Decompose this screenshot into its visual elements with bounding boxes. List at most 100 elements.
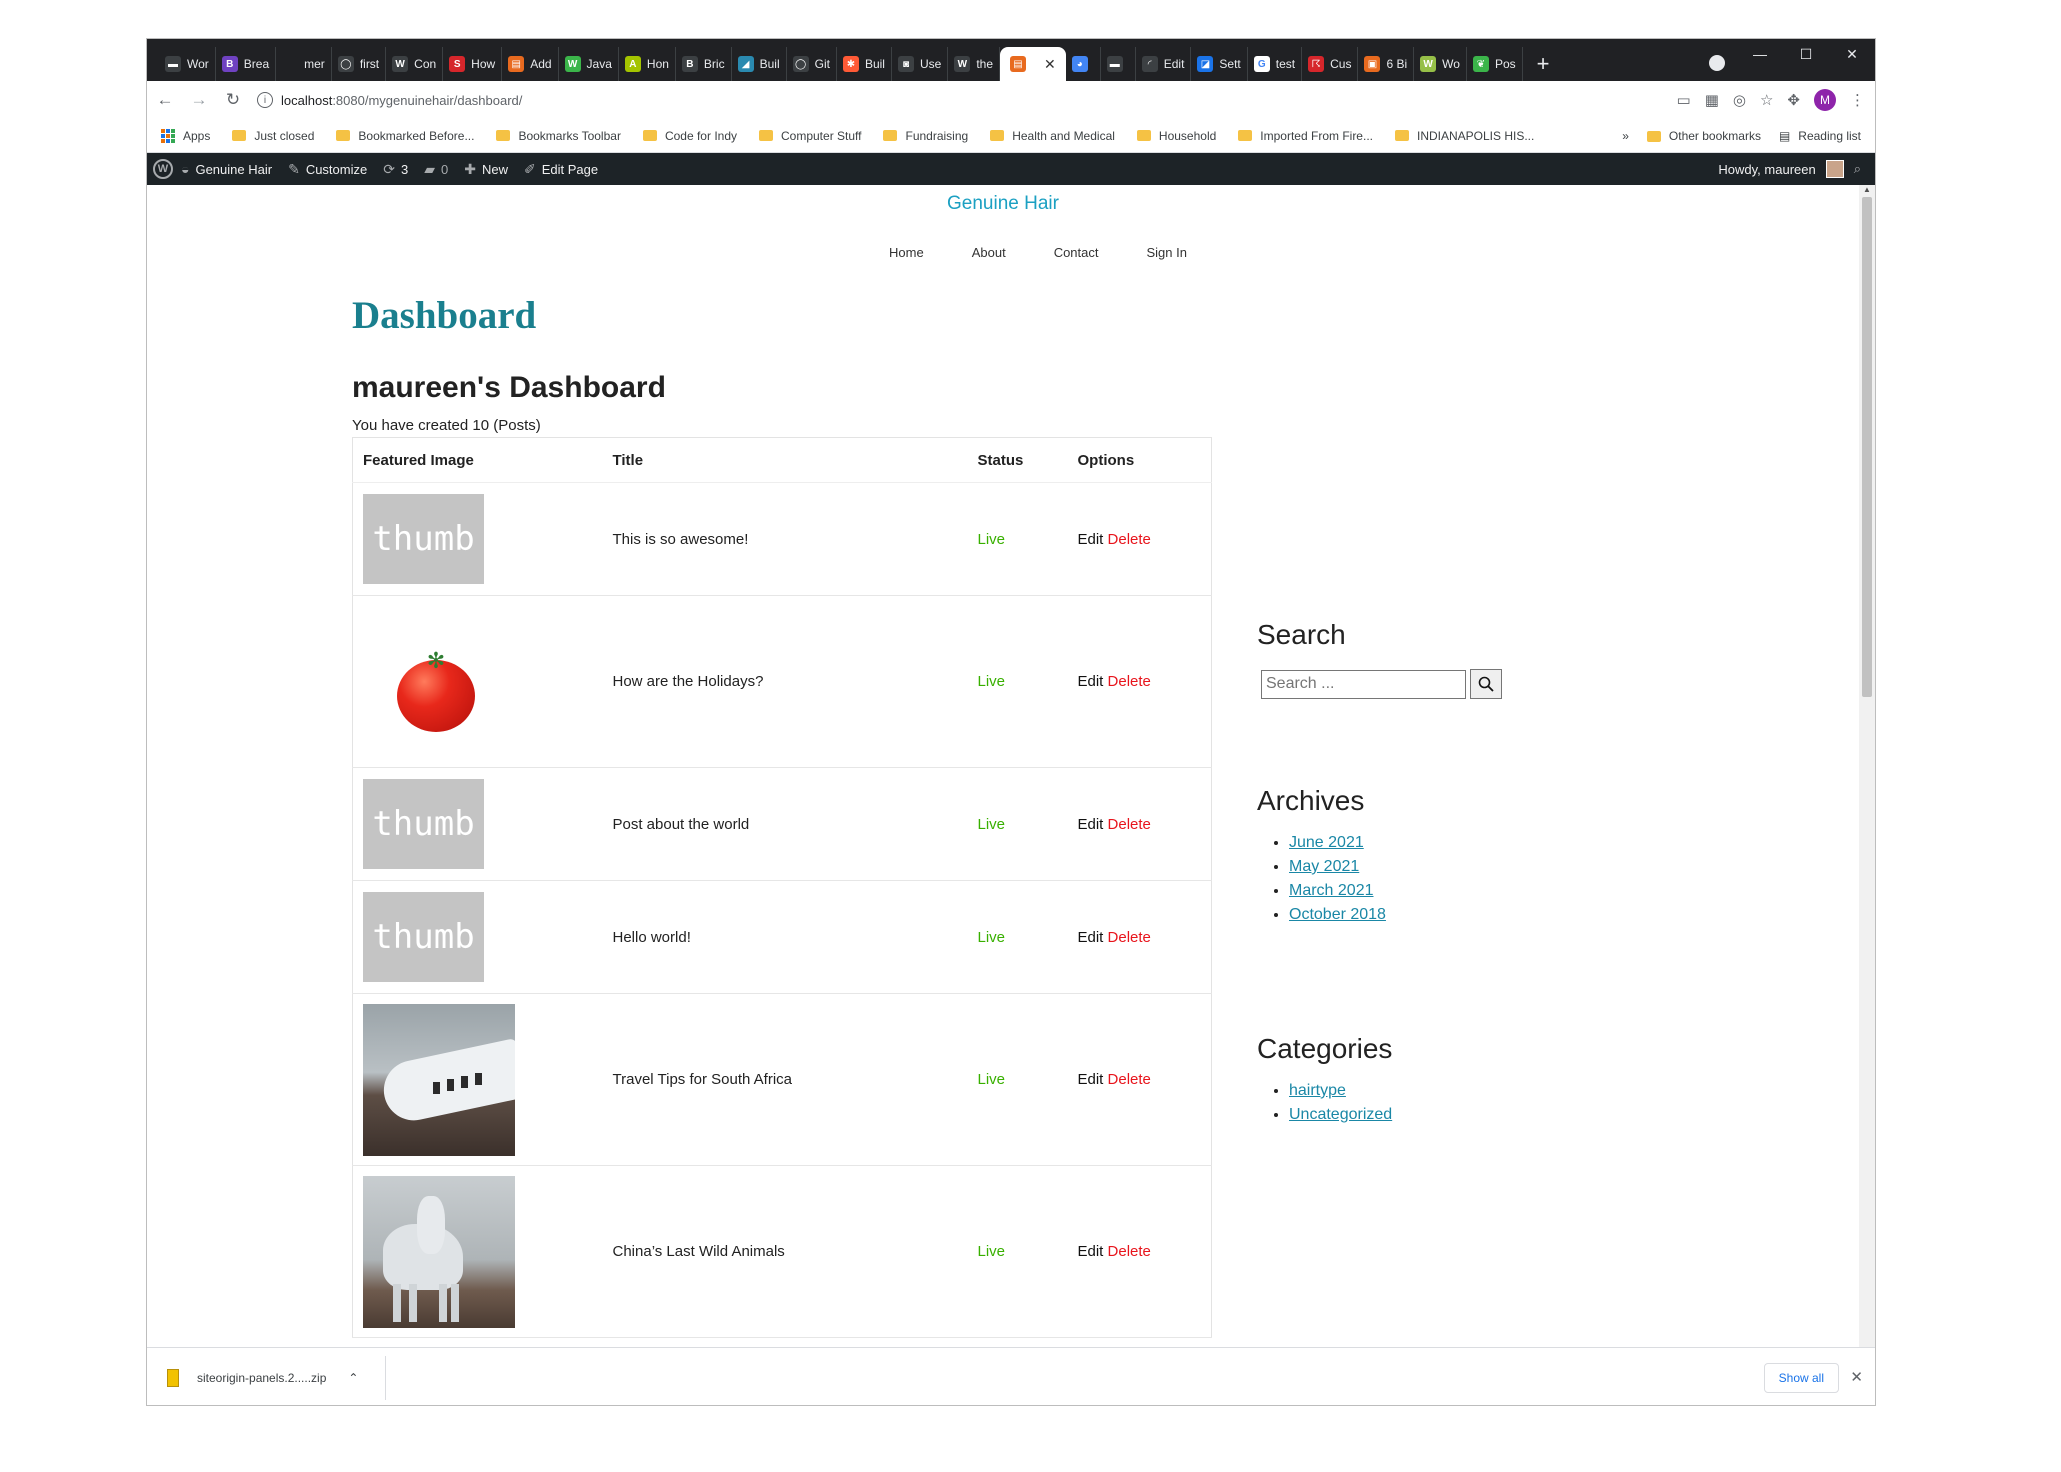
tab-10[interactable]: ◢ Buil (732, 47, 787, 81)
edit-link[interactable]: Edit (1078, 531, 1104, 548)
tab-22[interactable]: ▣ 6 Bi (1358, 47, 1415, 81)
archive-link[interactable]: October 2018 (1289, 906, 1386, 923)
tab-20[interactable]: Gtest (1248, 47, 1303, 81)
tab-3[interactable]: ◯ first (332, 47, 387, 81)
edit-link[interactable]: Edit (1078, 816, 1104, 833)
tab-14[interactable]: Wthe (948, 47, 1000, 81)
cast-icon[interactable]: ▭ (1677, 91, 1691, 109)
tab-11[interactable]: ◯ Git (787, 47, 837, 81)
tab-15[interactable]: ▤ ✕ (1000, 47, 1066, 81)
category-link[interactable]: hairtype (1289, 1082, 1346, 1099)
close-tab-icon[interactable]: ✕ (1044, 56, 1056, 73)
archive-link[interactable]: May 2021 (1289, 858, 1359, 875)
wp-edit-page-link[interactable]: ✐ Edit Page (516, 153, 606, 185)
white-horse-image[interactable] (363, 1175, 515, 1328)
scroll-up-icon[interactable]: ▲ (1859, 185, 1875, 194)
edit-link[interactable]: Edit (1078, 673, 1104, 690)
wp-site-link[interactable]: ◒ Genuine Hair (173, 153, 280, 185)
nav-item-contact[interactable]: Contact (1054, 245, 1099, 260)
page-scrollbar[interactable]: ▲ ▼ (1859, 185, 1875, 1385)
bookmark-folder[interactable]: Household (1136, 129, 1216, 143)
tab-7[interactable]: W Java (559, 47, 619, 81)
category-link[interactable]: Uncategorized (1289, 1106, 1392, 1123)
wp-comments-link[interactable]: ▰ 0 (416, 153, 456, 185)
plane-wreck-image[interactable] (363, 1003, 515, 1156)
user-avatar[interactable] (1825, 160, 1844, 178)
profile-avatar[interactable]: M (1814, 89, 1836, 111)
tab-12[interactable]: ✱ Buil (837, 47, 892, 81)
tab-6[interactable]: ▤ Add (502, 47, 559, 81)
site-title[interactable]: Genuine Hair (147, 193, 1859, 215)
tab-1[interactable]: B Brea (216, 47, 277, 81)
bookmark-apps[interactable]: Apps (161, 128, 210, 143)
search-button[interactable] (1470, 669, 1502, 699)
bookmark-folder[interactable]: Health and Medical (990, 129, 1115, 143)
delete-link[interactable]: Delete (1108, 1071, 1151, 1088)
tab-5[interactable]: S How (443, 47, 503, 81)
tomato-image[interactable]: ✻ (363, 622, 484, 742)
new-tab-icon[interactable]: + (1537, 51, 1550, 77)
other-bookmarks[interactable]: Other bookmarks (1669, 129, 1761, 143)
bookmarks-overflow[interactable]: » (1622, 129, 1629, 143)
bookmark-folder[interactable]: Just closed (232, 129, 314, 143)
tab-19[interactable]: ◪ Sett (1191, 47, 1248, 81)
site-info-icon[interactable]: i (257, 92, 273, 108)
tab-21[interactable]: ☈ Cus (1302, 47, 1359, 81)
tracking-icon[interactable]: ◎ (1733, 91, 1746, 109)
reload-icon[interactable]: ↻ (217, 84, 249, 116)
thumb-placeholder[interactable]: thumb (363, 779, 484, 869)
wp-new-link[interactable]: ✚ New (456, 153, 516, 185)
minimize-icon[interactable]: — (1737, 39, 1783, 69)
tab-8[interactable]: A Hon (619, 47, 676, 81)
reading-list[interactable]: Reading list (1798, 129, 1861, 143)
tab-2[interactable]: mer (276, 47, 332, 81)
edit-link[interactable]: Edit (1078, 1243, 1104, 1260)
delete-link[interactable]: Delete (1108, 1243, 1151, 1260)
bookmark-folder[interactable]: INDIANAPOLIS HIS... (1394, 129, 1534, 143)
bookmark-folder[interactable]: Code for Indy (642, 129, 737, 143)
post-title[interactable]: How are the Holidays? (602, 595, 968, 768)
bookmark-folder[interactable]: Imported From Fire... (1238, 129, 1373, 143)
download-item[interactable]: siteorigin-panels.2.....zip ⌃ (167, 1348, 358, 1405)
tab-search-icon[interactable] (1709, 55, 1725, 71)
bookmark-folder[interactable]: Bookmarks Toolbar (496, 129, 621, 143)
wordpress-logo-icon[interactable]: W (153, 159, 173, 179)
archive-link[interactable]: March 2021 (1289, 882, 1374, 899)
nav-item-about[interactable]: About (972, 245, 1006, 260)
howdy-user[interactable]: Howdy, maureen (1718, 162, 1815, 177)
qr-icon[interactable]: ▦ (1705, 91, 1719, 109)
post-title[interactable]: China’s Last Wild Animals (602, 1165, 968, 1338)
tab-24[interactable]: ❦ Pos (1467, 47, 1523, 81)
tab-23[interactable]: W Wo (1414, 47, 1467, 81)
post-title[interactable]: Hello world! (602, 880, 968, 994)
thumb-placeholder[interactable]: thumb (363, 494, 484, 584)
forward-icon[interactable]: → (183, 84, 215, 116)
post-title[interactable]: Post about the world (602, 767, 968, 881)
menu-icon[interactable]: ⋮ (1850, 91, 1865, 109)
delete-link[interactable]: Delete (1108, 929, 1151, 946)
post-title[interactable]: Travel Tips for South Africa (602, 993, 968, 1166)
close-shelf-icon[interactable]: ✕ (1850, 1368, 1863, 1386)
nav-item-sign-in[interactable]: Sign In (1147, 245, 1187, 260)
tab-0[interactable]: ▬ Wor (159, 47, 216, 81)
bookmark-folder[interactable]: Bookmarked Before... (336, 129, 474, 143)
address-bar[interactable]: i localhost:8080/mygenuinehair/dashboard… (257, 85, 1677, 115)
back-icon[interactable]: ← (149, 84, 181, 116)
delete-link[interactable]: Delete (1108, 531, 1151, 548)
delete-link[interactable]: Delete (1108, 673, 1151, 690)
bookmark-folder[interactable]: Computer Stuff (759, 129, 861, 143)
scrollbar-thumb[interactable] (1862, 197, 1872, 697)
tab-13[interactable]: ◙ Use (892, 47, 949, 81)
tab-18[interactable]: ◜ Edit (1136, 47, 1192, 81)
bookmark-star-icon[interactable]: ☆ (1760, 91, 1773, 109)
tab-9[interactable]: B Bric (676, 47, 732, 81)
tab-16[interactable]: ◕ (1066, 47, 1101, 81)
maximize-icon[interactable]: ☐ (1783, 39, 1829, 69)
chevron-up-icon[interactable]: ⌃ (348, 1371, 358, 1385)
tab-4[interactable]: W Con (386, 47, 444, 81)
nav-item-home[interactable]: Home (889, 245, 924, 260)
wp-updates-link[interactable]: ⟳ 3 (375, 153, 416, 185)
edit-link[interactable]: Edit (1078, 1071, 1104, 1088)
archive-link[interactable]: June 2021 (1289, 834, 1364, 851)
delete-link[interactable]: Delete (1108, 816, 1151, 833)
